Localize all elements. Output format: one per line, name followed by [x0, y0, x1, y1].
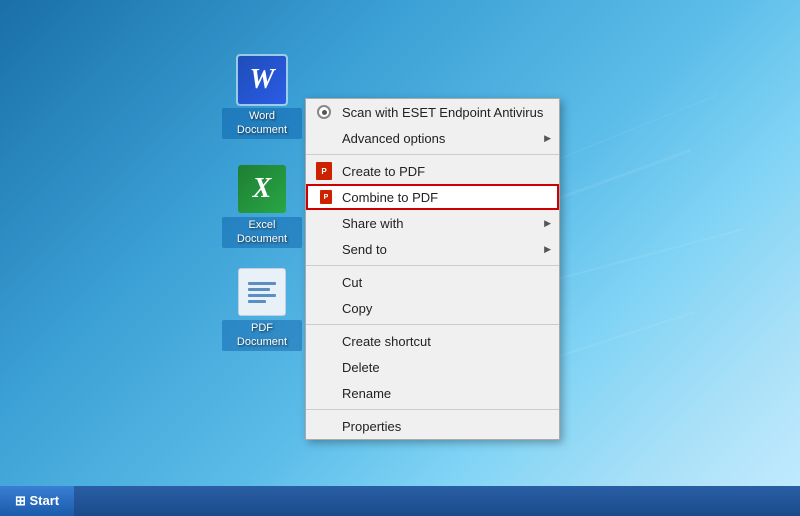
excel-icon — [238, 165, 286, 213]
separator-1 — [306, 154, 559, 155]
radio-icon — [314, 102, 334, 122]
menu-item-combine-pdf[interactable]: P Combine to PDF — [306, 184, 559, 210]
separator-2 — [306, 265, 559, 266]
word-icon-label: Word Document — [222, 108, 302, 139]
pdf-file-icon — [238, 268, 286, 316]
menu-item-properties[interactable]: Properties — [306, 413, 559, 439]
menu-item-rename[interactable]: Rename — [306, 380, 559, 406]
desktop-icon-word[interactable]: Word Document — [222, 56, 302, 139]
start-button[interactable]: ⊞ Start — [0, 486, 74, 516]
combine-pdf-icon: P — [316, 187, 336, 207]
separator-4 — [306, 409, 559, 410]
context-menu: Scan with ESET Endpoint Antivirus Advanc… — [305, 98, 560, 440]
menu-item-share-with[interactable]: Share with — [306, 210, 559, 236]
menu-item-create-shortcut[interactable]: Create shortcut — [306, 328, 559, 354]
menu-item-delete[interactable]: Delete — [306, 354, 559, 380]
desktop-icon-pdf[interactable]: PDF Document — [222, 268, 302, 351]
word-icon — [238, 56, 286, 104]
create-pdf-icon: P — [314, 161, 334, 181]
excel-icon-label: Excel Document — [222, 217, 302, 248]
pdf-icon-label: PDF Document — [222, 320, 302, 351]
separator-3 — [306, 324, 559, 325]
taskbar: ⊞ Start — [0, 486, 800, 516]
menu-item-create-pdf[interactable]: P Create to PDF — [306, 158, 559, 184]
desktop-icon-excel[interactable]: Excel Document — [222, 165, 302, 248]
menu-item-advanced-options[interactable]: Advanced options — [306, 125, 559, 151]
menu-item-copy[interactable]: Copy — [306, 295, 559, 321]
menu-item-cut[interactable]: Cut — [306, 269, 559, 295]
menu-item-scan-eset[interactable]: Scan with ESET Endpoint Antivirus — [306, 99, 559, 125]
menu-item-send-to[interactable]: Send to — [306, 236, 559, 262]
